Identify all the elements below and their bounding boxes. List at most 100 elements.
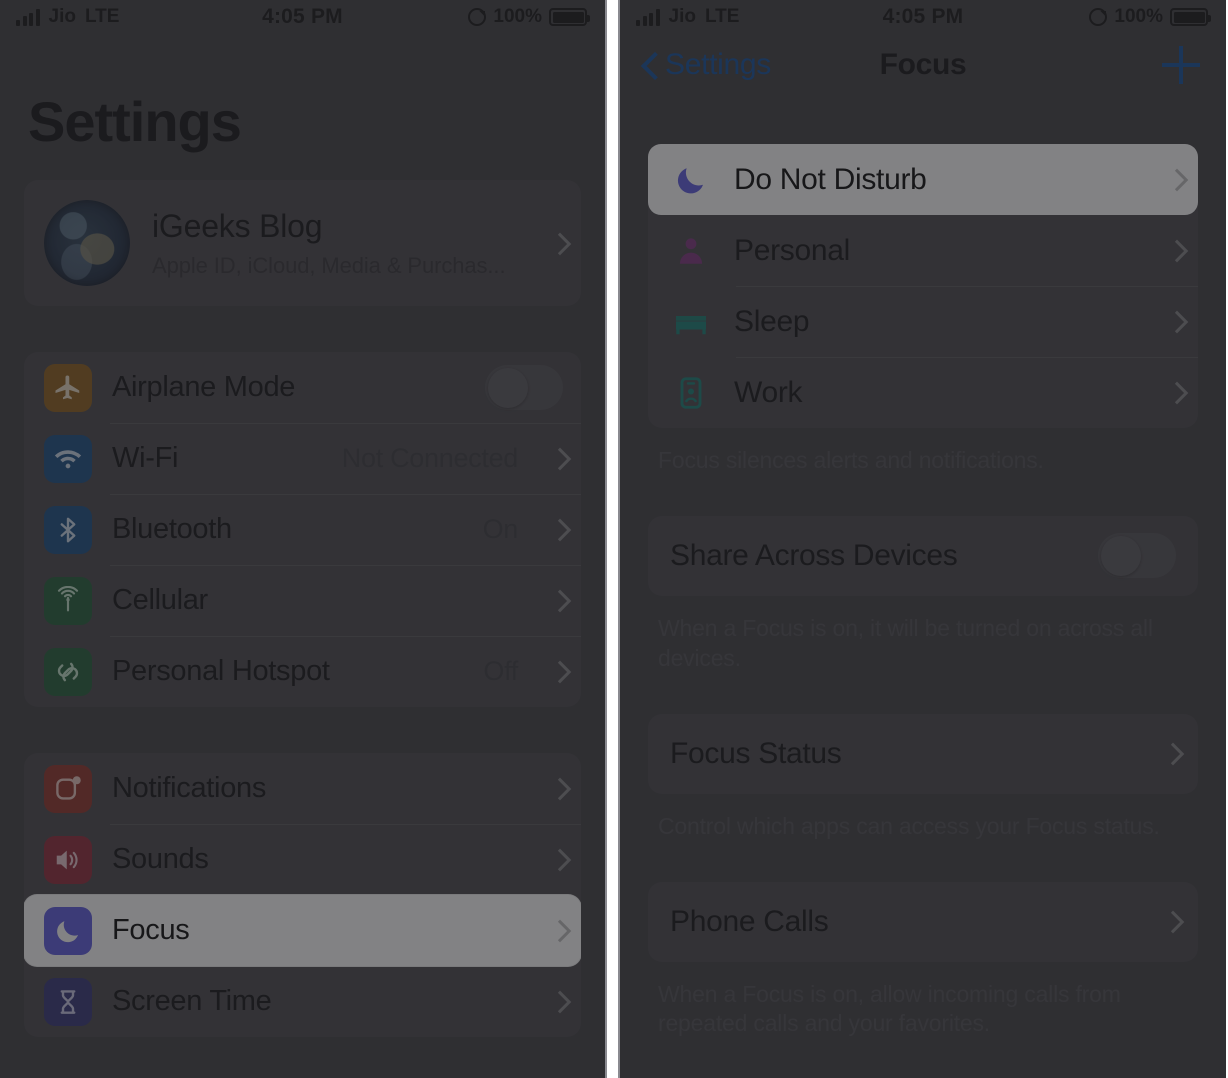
settings-row-bluetooth[interactable]: Bluetooth On — [24, 494, 581, 565]
settings-row-label: Airplane Mode — [112, 371, 296, 403]
settings-row-label: Bluetooth — [112, 513, 232, 545]
battery-percent-label: 100% — [493, 6, 542, 27]
chevron-right-icon — [1169, 383, 1180, 402]
chevron-right-icon — [552, 520, 563, 539]
settings-row-label: Focus — [112, 914, 190, 946]
bluetooth-icon — [44, 505, 92, 554]
chevron-right-icon — [552, 662, 563, 681]
settings-row-value: Not Connected — [341, 443, 519, 473]
general-group: Notifications Sounds Focus Screen Time — [24, 753, 581, 1037]
focus-list: Do Not Disturb Personal Sleep Work Focus… — [620, 144, 1226, 1039]
dual-screenshot-container: Jio LTE 4:05 PM 100% Settings iGeeks Blo… — [0, 0, 1228, 1078]
settings-row-value: Off — [483, 656, 518, 686]
chevron-right-icon — [552, 779, 563, 798]
settings-row-label: Screen Time — [112, 985, 272, 1017]
settings-row-label: Notifications — [112, 772, 267, 804]
focus-modes-card: Do Not Disturb Personal Sleep Work — [648, 144, 1198, 428]
connectivity-group: Airplane Mode Wi-Fi Not Connected Blueto — [24, 352, 581, 707]
settings-row-label: Personal Hotspot — [112, 655, 330, 687]
focus-row-personal[interactable]: Personal — [648, 215, 1198, 286]
apple-id-name: iGeeks Blog — [152, 207, 323, 244]
focus-row-label: Sleep — [734, 304, 810, 338]
bed-icon — [670, 301, 712, 343]
settings-row-airplane-mode[interactable]: Airplane Mode — [24, 352, 581, 423]
settings-row-notifications[interactable]: Notifications — [24, 753, 581, 824]
focus-screen: Jio LTE 4:05 PM 100% Settings Focus Do N… — [618, 0, 1226, 1078]
share-across-devices-label: Share Across Devices — [670, 538, 958, 572]
focus-modes-footnote: Focus silences alerts and notifications. — [658, 447, 1044, 473]
phone-calls-footnote: When a Focus is on, allow incoming calls… — [658, 980, 1121, 1037]
settings-row-label: Sounds — [112, 843, 209, 875]
focus-row-label: Personal — [734, 233, 851, 267]
status-bar-left: Jio LTE 4:05 PM 100% — [0, 0, 605, 34]
settings-list: Settings iGeeks Blog Apple ID, iCloud, M… — [0, 34, 605, 1037]
id-badge-icon — [670, 372, 712, 414]
settings-row-wifi[interactable]: Wi-Fi Not Connected — [24, 423, 581, 494]
settings-row-screen-time[interactable]: Screen Time — [24, 966, 581, 1037]
hotspot-link-icon — [44, 647, 92, 696]
battery-full-icon — [1170, 8, 1211, 26]
apple-id-subtitle: Apple ID, iCloud, Media & Purchas... — [152, 252, 506, 278]
dnd-row-container: Do Not Disturb — [620, 144, 1226, 215]
person-icon — [670, 230, 712, 272]
settings-row-cellular[interactable]: Cellular — [24, 565, 581, 636]
chevron-right-icon — [552, 591, 563, 610]
airplane-icon — [44, 363, 92, 412]
cellular-antenna-icon — [44, 576, 92, 625]
chevron-left-icon — [642, 53, 655, 77]
rotation-lock-icon — [1089, 8, 1108, 26]
chevron-right-icon — [1165, 912, 1176, 931]
phone-calls-label: Phone Calls — [670, 904, 829, 938]
settings-row-label: Cellular — [112, 584, 208, 616]
apple-id-text: iGeeks Blog Apple ID, iCloud, Media & Pu… — [152, 208, 516, 279]
crescent-moon-icon — [44, 906, 92, 955]
settings-row-focus[interactable]: Focus — [24, 895, 581, 966]
settings-screen: Jio LTE 4:05 PM 100% Settings iGeeks Blo… — [0, 0, 607, 1078]
chevron-right-icon — [552, 992, 563, 1011]
speaker-wave-icon — [44, 835, 92, 884]
page-title: Settings — [28, 90, 242, 153]
back-button[interactable]: Settings — [642, 48, 1162, 82]
battery-percent-label: 100% — [1114, 6, 1163, 27]
focus-row-label: Work — [734, 375, 803, 409]
status-bar-right: Jio LTE 4:05 PM 100% — [620, 0, 1226, 34]
settings-row-sounds[interactable]: Sounds — [24, 824, 581, 895]
share-across-devices-footnote: When a Focus is on, it will be turned on… — [658, 614, 1153, 671]
settings-row-label: Wi-Fi — [112, 442, 179, 474]
chevron-right-icon — [1169, 170, 1180, 189]
focus-row-do-not-disturb[interactable]: Do Not Disturb — [648, 144, 1198, 215]
airplane-mode-toggle[interactable] — [485, 365, 563, 410]
focus-status-label: Focus Status — [670, 736, 842, 770]
rotation-lock-icon — [468, 8, 487, 26]
hourglass-icon — [44, 977, 92, 1026]
chevron-right-icon — [552, 921, 563, 940]
chevron-right-icon — [552, 234, 563, 253]
status-bar-right-group: 100% — [302, 6, 590, 28]
chevron-right-icon — [1169, 312, 1180, 331]
share-across-devices-toggle[interactable] — [1098, 533, 1176, 579]
phone-calls-row[interactable]: Phone Calls — [648, 881, 1198, 962]
focus-row-label: Do Not Disturb — [734, 162, 927, 196]
settings-row-value: On — [482, 514, 519, 544]
chevron-right-icon — [1169, 241, 1180, 260]
share-across-devices-row[interactable]: Share Across Devices — [648, 515, 1198, 596]
chevron-right-icon — [552, 850, 563, 869]
focus-status-footnote: Control which apps can access your Focus… — [658, 812, 1160, 839]
crescent-moon-icon — [670, 159, 712, 201]
wifi-icon — [44, 434, 92, 483]
apple-id-row[interactable]: iGeeks Blog Apple ID, iCloud, Media & Pu… — [24, 180, 581, 306]
focus-status-row[interactable]: Focus Status — [648, 713, 1198, 794]
back-button-label: Settings — [665, 48, 771, 81]
apple-id-card[interactable]: iGeeks Blog Apple ID, iCloud, Media & Pu… — [24, 180, 581, 306]
chevron-right-icon — [552, 449, 563, 468]
navigation-bar: Settings Focus — [620, 34, 1226, 96]
settings-row-personal-hotspot[interactable]: Personal Hotspot Off — [24, 636, 581, 707]
earth-avatar — [44, 200, 130, 286]
notifications-bell-icon — [44, 764, 92, 813]
battery-full-icon — [549, 8, 590, 26]
focus-row-sleep[interactable]: Sleep — [648, 286, 1198, 357]
plus-icon[interactable] — [1162, 46, 1200, 84]
focus-row-work[interactable]: Work — [648, 357, 1198, 428]
status-bar-right-group: 100% — [922, 6, 1211, 28]
chevron-right-icon — [1165, 744, 1176, 763]
